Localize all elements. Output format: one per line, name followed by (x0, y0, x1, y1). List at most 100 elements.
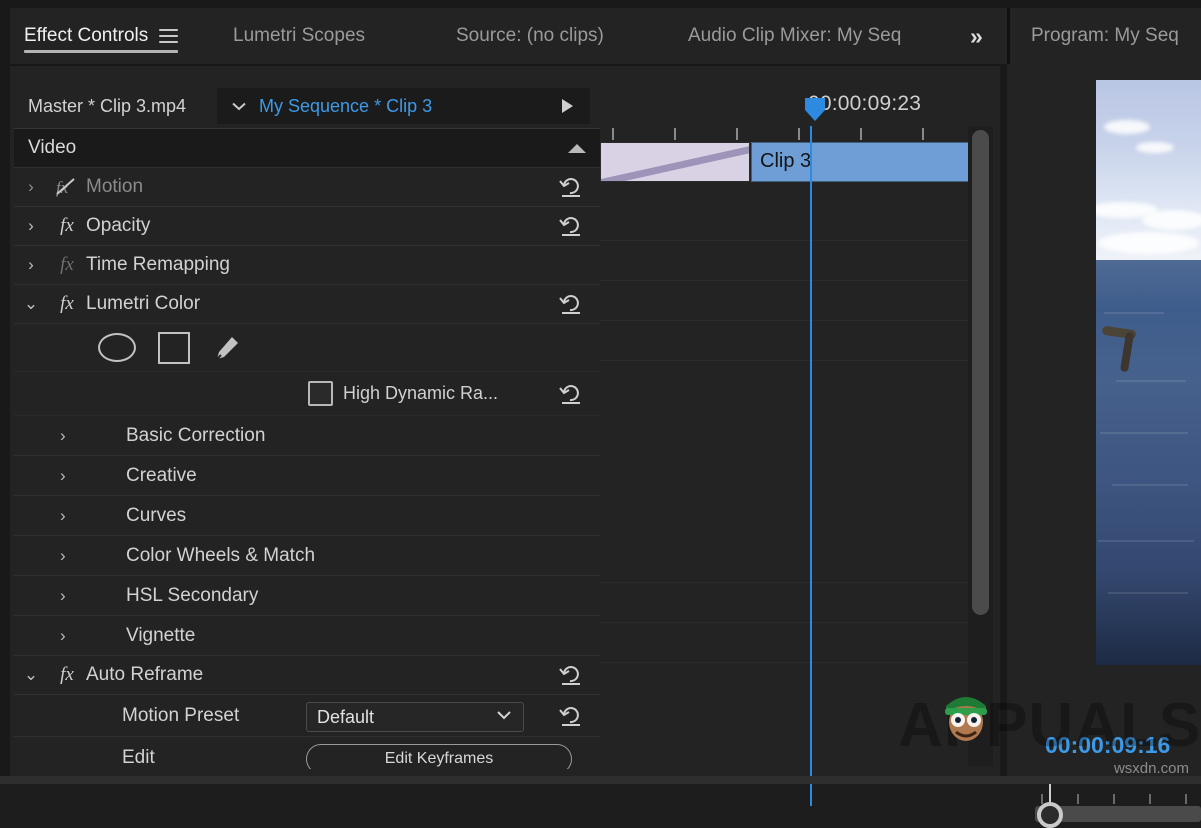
lumetri-section-basic-correction[interactable]: › Basic Correction (14, 416, 600, 456)
effect-row-auto-reframe[interactable]: ⌄ fx Auto Reframe (14, 656, 600, 695)
fx-icon[interactable]: fx (48, 215, 86, 237)
ruler-tick (860, 128, 862, 140)
chevron-right-icon[interactable]: › (60, 626, 66, 646)
timecode-area: 00:00:09:23 (600, 88, 972, 126)
reset-icon[interactable] (558, 214, 584, 238)
cross-dissolve-transition[interactable] (600, 142, 750, 182)
hdr-label: High Dynamic Ra... (343, 383, 498, 404)
time-ruler[interactable] (600, 126, 972, 143)
chevron-right-icon[interactable]: › (14, 216, 48, 236)
rectangle-mask-icon[interactable] (158, 332, 190, 364)
fx-icon[interactable]: fx (48, 254, 86, 276)
reset-icon[interactable] (558, 292, 584, 316)
fx-disabled-icon[interactable]: fx (48, 176, 86, 198)
timeline-gridline (600, 240, 972, 241)
ruler-tick (1185, 794, 1187, 804)
tab-group-divider (1007, 8, 1010, 64)
fx-icon[interactable]: fx (48, 293, 86, 315)
effect-controls-timeline[interactable]: 00:00:09:23 Clip 3 (600, 88, 972, 768)
chevron-down-icon[interactable] (229, 88, 249, 124)
edit-keyframes-button[interactable]: Edit Keyframes (306, 744, 572, 769)
ellipse-mask-icon[interactable] (98, 333, 136, 362)
ruler-tick (1077, 794, 1079, 804)
panel-tab-bar: Effect Controls Lumetri Scopes Source: (… (10, 8, 1201, 64)
section-label: Vignette (126, 625, 195, 647)
video-wave (1098, 540, 1194, 542)
window-frame-bottom (0, 776, 1201, 784)
triangle-up-icon[interactable] (568, 144, 586, 153)
tab-program-monitor[interactable]: Program: My Seq (1031, 8, 1179, 64)
chevron-down-icon[interactable]: ⌄ (14, 294, 48, 314)
tab-source[interactable]: Source: (no clips) (456, 8, 604, 64)
ruler-tick (1149, 794, 1151, 804)
video-group-header[interactable]: Video (14, 129, 600, 168)
panel-top-separator (10, 64, 1000, 66)
effect-name: Motion (86, 176, 143, 198)
chevron-down-icon (495, 706, 513, 729)
reset-icon[interactable] (558, 704, 584, 728)
ruler-tick (1113, 794, 1115, 804)
motion-preset-select[interactable]: Default (306, 702, 524, 732)
overflow-tabs-icon[interactable]: » (970, 8, 981, 64)
playhead-marker-icon[interactable] (803, 96, 827, 122)
param-row-motion-preset: Motion Preset Default (14, 695, 600, 737)
timeline-track[interactable]: Clip 3 (600, 142, 972, 182)
chevron-right-icon[interactable]: › (60, 466, 66, 486)
tab-lumetri-scopes[interactable]: Lumetri Scopes (233, 8, 365, 64)
lumetri-section-creative[interactable]: › Creative (14, 456, 600, 496)
hdr-checkbox[interactable] (308, 381, 333, 406)
tab-effect-controls[interactable]: Effect Controls (24, 8, 178, 64)
chevron-right-icon[interactable]: › (60, 586, 66, 606)
chevron-right-icon[interactable]: › (60, 426, 66, 446)
vertical-scrollbar-thumb[interactable] (972, 130, 989, 615)
panel-divider[interactable] (1000, 64, 1007, 784)
effect-row-motion[interactable]: › fx Motion (14, 168, 600, 207)
reset-icon[interactable] (558, 382, 584, 406)
fx-icon[interactable]: fx (48, 664, 86, 686)
section-label: Basic Correction (126, 425, 265, 447)
hdr-row: High Dynamic Ra... (14, 372, 600, 416)
timeline-clip-bar[interactable]: Clip 3 (751, 142, 970, 182)
play-triangle-icon[interactable] (558, 88, 576, 124)
effect-row-lumetri-color[interactable]: ⌄ fx Lumetri Color (14, 285, 600, 324)
chevron-right-icon[interactable]: › (60, 546, 66, 566)
effect-parameter-list[interactable]: Video › fx Motion › (14, 128, 600, 769)
tab-label: Lumetri Scopes (233, 25, 365, 47)
program-monitor-video[interactable] (1096, 80, 1201, 665)
hamburger-icon[interactable] (159, 29, 178, 43)
video-wave (1116, 380, 1186, 382)
timeline-gridline (600, 622, 972, 623)
effect-name: Lumetri Color (86, 293, 200, 315)
lumetri-section-hsl-secondary[interactable]: › HSL Secondary (14, 576, 600, 616)
effect-row-opacity[interactable]: › fx Opacity (14, 207, 600, 246)
watermark-mascot-icon (940, 686, 992, 744)
sequence-clip-button[interactable]: My Sequence * Clip 3 (259, 88, 432, 124)
reset-icon[interactable] (558, 175, 584, 199)
master-clip-button[interactable]: Master * Clip 3.mp4 (14, 88, 217, 124)
effect-row-time-remapping[interactable]: › fx Time Remapping (14, 246, 600, 285)
chevron-right-icon[interactable]: › (14, 177, 48, 197)
chevron-down-icon[interactable]: ⌄ (14, 665, 48, 685)
lumetri-section-curves[interactable]: › Curves (14, 496, 600, 536)
chevron-right-icon[interactable]: › (60, 506, 66, 526)
ruler-tick (674, 128, 676, 140)
reset-icon[interactable] (558, 663, 584, 687)
select-value: Default (317, 707, 374, 728)
lumetri-section-color-wheels-match[interactable]: › Color Wheels & Match (14, 536, 600, 576)
effect-name: Opacity (86, 215, 150, 237)
video-sea (1096, 260, 1201, 665)
timeline-gridline (600, 662, 972, 663)
program-zoom-knob[interactable] (1037, 802, 1063, 828)
tab-label: Program: My Seq (1031, 25, 1179, 47)
video-cloud (1098, 232, 1199, 254)
video-wave (1104, 312, 1164, 314)
video-wave (1108, 592, 1188, 594)
tab-audio-clip-mixer[interactable]: Audio Clip Mixer: My Seq (688, 8, 901, 64)
ruler-tick (798, 128, 800, 140)
ruler-tick (736, 128, 738, 140)
pen-mask-icon[interactable] (212, 333, 242, 363)
tab-label: Audio Clip Mixer: My Seq (688, 25, 901, 47)
program-timecode[interactable]: 00:00:09:16 (1045, 732, 1170, 759)
lumetri-section-vignette[interactable]: › Vignette (14, 616, 600, 656)
chevron-right-icon[interactable]: › (14, 255, 48, 275)
